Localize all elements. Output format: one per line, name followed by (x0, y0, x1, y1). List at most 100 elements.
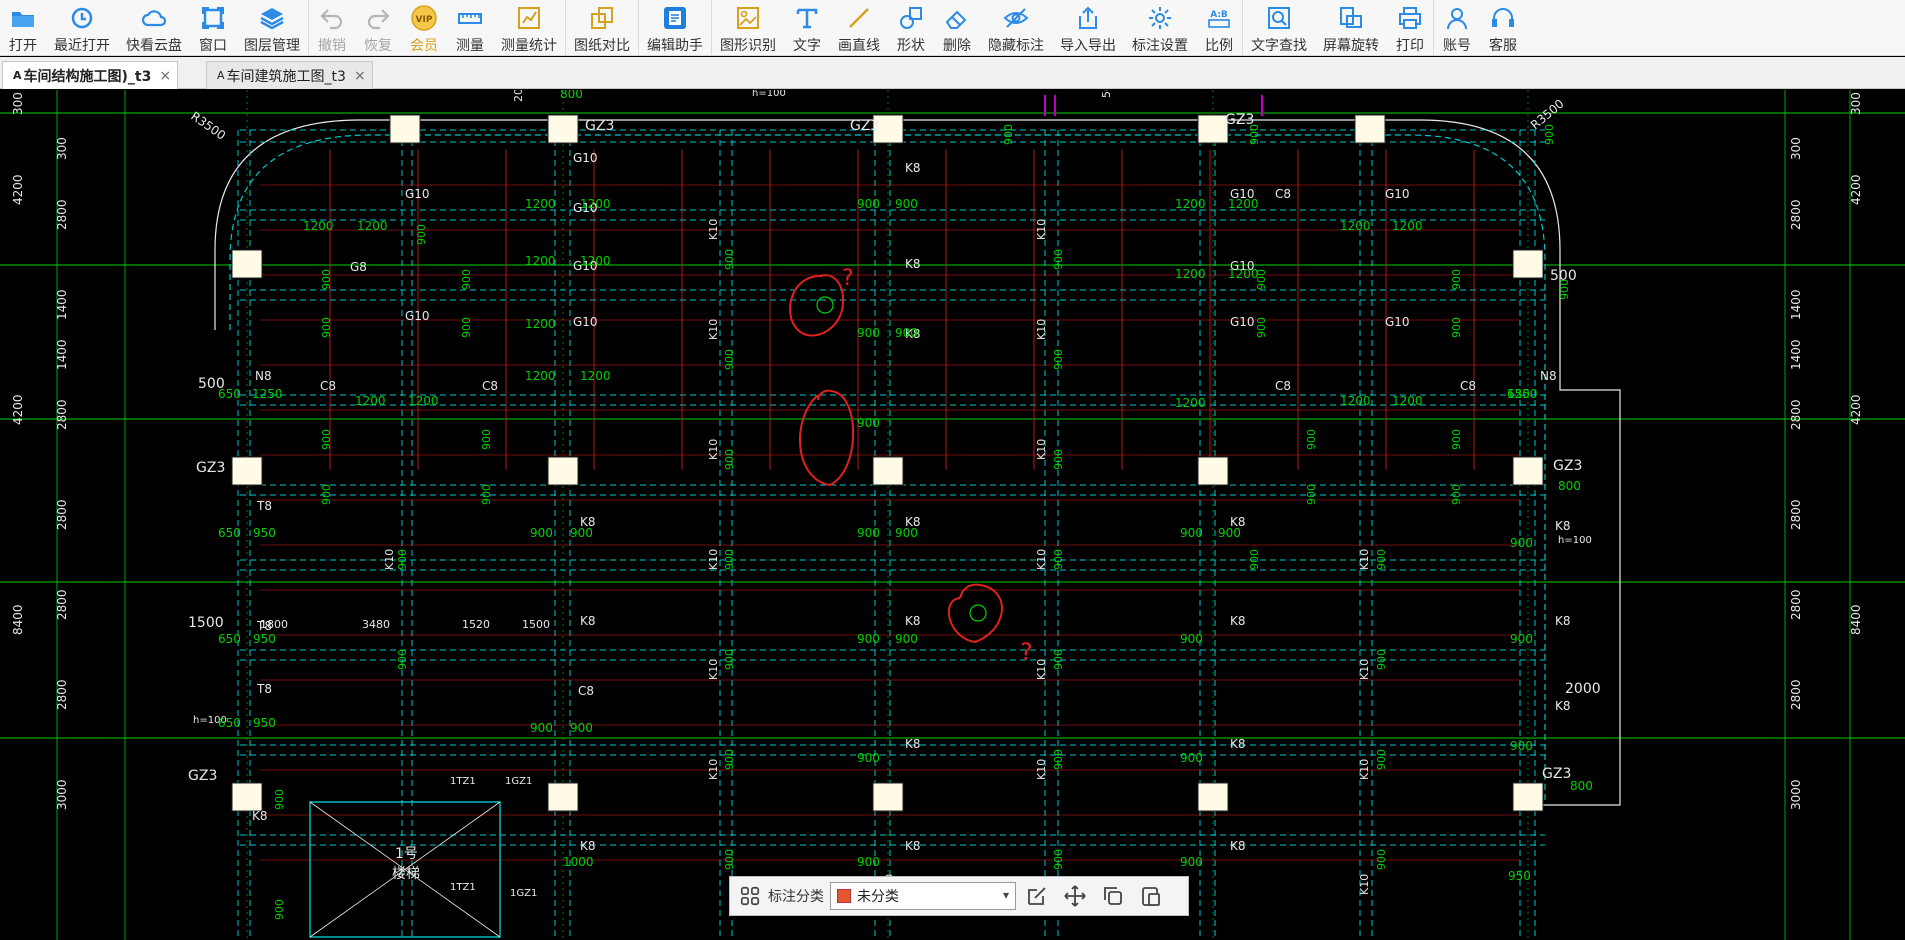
rebar-value-label: 1200 (1175, 267, 1206, 281)
copy-button[interactable] (1096, 881, 1130, 911)
beam-name-label: K10 (1358, 549, 1371, 570)
drawing-canvas[interactable]: 1号 楼梯 1TZ1 1GZ1 1TZ1 1GZ1 GZ3 GZ3 GZ3 GZ3 GZ3 GZ3 GZ… (0, 90, 1905, 940)
column-square (1197, 114, 1229, 144)
hide-annot-button[interactable]: 隐藏标注 (980, 0, 1052, 55)
cloud-button[interactable]: 快看云盘 (118, 0, 190, 55)
column-square (1512, 456, 1544, 486)
account-label: 账号 (1443, 38, 1471, 54)
rebar-value-label: 900 (570, 721, 593, 735)
rebar-value-label: 1200 (1228, 197, 1259, 211)
rotate-label: 屏幕旋转 (1323, 38, 1379, 54)
redo-icon (367, 9, 390, 30)
compare-button[interactable]: 图纸对比 (566, 0, 638, 55)
text-label: 文字 (793, 38, 821, 54)
rebar-value-label: 1200 (525, 317, 556, 331)
stair-label: 楼梯 (392, 866, 420, 882)
annotation-category-select[interactable]: 未分类 ▾ (830, 882, 1016, 910)
beam-name-label: K10 (707, 659, 720, 680)
rebar-value-label: 900 (723, 549, 736, 570)
window-button[interactable]: 窗口 (190, 0, 236, 55)
rebar-value-label: 800 (560, 90, 583, 101)
beam-name-label: G10 (573, 151, 598, 165)
column-square (1512, 249, 1544, 279)
edit-helper-button[interactable]: 编辑助手 (639, 0, 711, 55)
tab-prefix: A (217, 69, 225, 82)
axis-dim-label: 2800 (55, 499, 69, 530)
rebar-value-label: 900 (530, 721, 553, 735)
rebar-value-label: 1200 (1392, 394, 1423, 408)
redo-label: 恢复 (364, 38, 392, 54)
rebar-value-label: 1200 (1175, 197, 1206, 211)
recent-button[interactable]: 最近打开 (46, 0, 118, 55)
tab-architecture-drawing[interactable]: A 车间建筑施工图_t3 × (206, 61, 373, 89)
column-square (547, 114, 579, 144)
rebar-value-label: 900 (1180, 526, 1203, 540)
annot-settings-button[interactable]: 标注设置 (1124, 0, 1196, 55)
column-square (1512, 782, 1544, 812)
rebar-value-label: 1200 (355, 394, 386, 408)
beam-name-label: K10 (1358, 759, 1371, 780)
undo-button[interactable]: 撤销 (309, 0, 355, 55)
axis-dim-label: 2800 (1789, 399, 1803, 430)
text-icon (796, 8, 818, 29)
rebar-value-label: 900 (1180, 632, 1203, 646)
delete-button[interactable]: 删除 (934, 0, 980, 55)
edit-group: 撤销 恢复 VIP 会员 测量 测量统计 (309, 0, 566, 55)
layers-button[interactable]: 图层管理 (236, 0, 308, 55)
rebar-value-label: 900 (273, 789, 286, 810)
question-mark: ? (842, 266, 854, 291)
text-button[interactable]: 文字 (784, 0, 830, 55)
rebar-value-label: 900 (895, 632, 918, 646)
printer-icon (1399, 7, 1421, 29)
tab-label: 车间结构施工图)_t3 (23, 68, 152, 85)
service-button[interactable]: 客服 (1480, 0, 1526, 55)
beam-name-label: K8 (905, 257, 921, 271)
axis-dim-label: 1400 (55, 289, 69, 320)
cad-drawing[interactable]: 1号楼梯1TZ1 1GZ11TZ11GZ1GZ3 GZ3 GZ3GZ3 GZ3GZ3 GZ… (0, 90, 1905, 940)
line-button[interactable]: 画直线 (830, 0, 888, 55)
delete-label: 删除 (943, 38, 971, 54)
rebar-value-label: 800 (1558, 479, 1581, 493)
measure-stats-button[interactable]: 测量统计 (493, 0, 565, 55)
vip-button[interactable]: VIP 会员 (401, 0, 447, 55)
redo-button[interactable]: 恢复 (355, 0, 401, 55)
move-button[interactable] (1058, 881, 1092, 911)
tab-close-icon[interactable]: × (354, 68, 366, 84)
measure-button[interactable]: 测量 (447, 0, 493, 55)
rebar-value-label: 900 (1375, 649, 1388, 670)
stair-label: 1号 (395, 846, 418, 862)
text-search-button[interactable]: 文字查找 (1243, 0, 1315, 55)
edit-category-button[interactable] (1020, 881, 1054, 911)
tab-close-icon[interactable]: × (159, 68, 171, 84)
print-button[interactable]: 打印 (1387, 0, 1433, 55)
account-button[interactable]: 账号 (1434, 0, 1480, 55)
column-square (389, 114, 421, 144)
edit-helper-label: 编辑助手 (647, 38, 703, 54)
measure-stats-label: 测量统计 (501, 38, 557, 54)
image-recog-icon (737, 7, 759, 29)
beam-name-label: K10 (1035, 659, 1048, 680)
rebar-value-label: 900 (1052, 349, 1065, 370)
axis-dim-label: 2800 (1789, 499, 1803, 530)
rotate-button[interactable]: 屏幕旋转 (1315, 0, 1387, 55)
beam-name-label: C8 (1460, 379, 1476, 393)
scale-button[interactable]: A:B 比例 (1196, 0, 1242, 55)
tab-structure-drawing[interactable]: A 车间结构施工图)_t3 × (2, 61, 179, 89)
axis-dim-label: 2800 (55, 399, 69, 430)
open-button[interactable]: 打开 (0, 0, 46, 55)
beam-name-label: G10 (1385, 187, 1410, 201)
grid-icon[interactable] (736, 882, 764, 910)
shape-button[interactable]: 形状 (888, 0, 934, 55)
headset-icon (1492, 8, 1514, 27)
paste-button[interactable] (1134, 881, 1168, 911)
rebar-value-label: 900 (1180, 855, 1203, 869)
beam-name-label: G10 (1230, 315, 1255, 329)
rebar-value-label: 1200 (525, 254, 556, 268)
axis-dim-label: 2800 (1789, 679, 1803, 710)
tools-group: 文字查找 屏幕旋转 打印 (1243, 0, 1434, 55)
annotation-category-label: 标注分类 (768, 889, 824, 905)
shape-recog-button[interactable]: 图形识别 (712, 0, 784, 55)
column-square (231, 249, 263, 279)
import-export-button[interactable]: 导入导出 (1052, 0, 1124, 55)
rebar-value-label: 900 (857, 197, 880, 211)
